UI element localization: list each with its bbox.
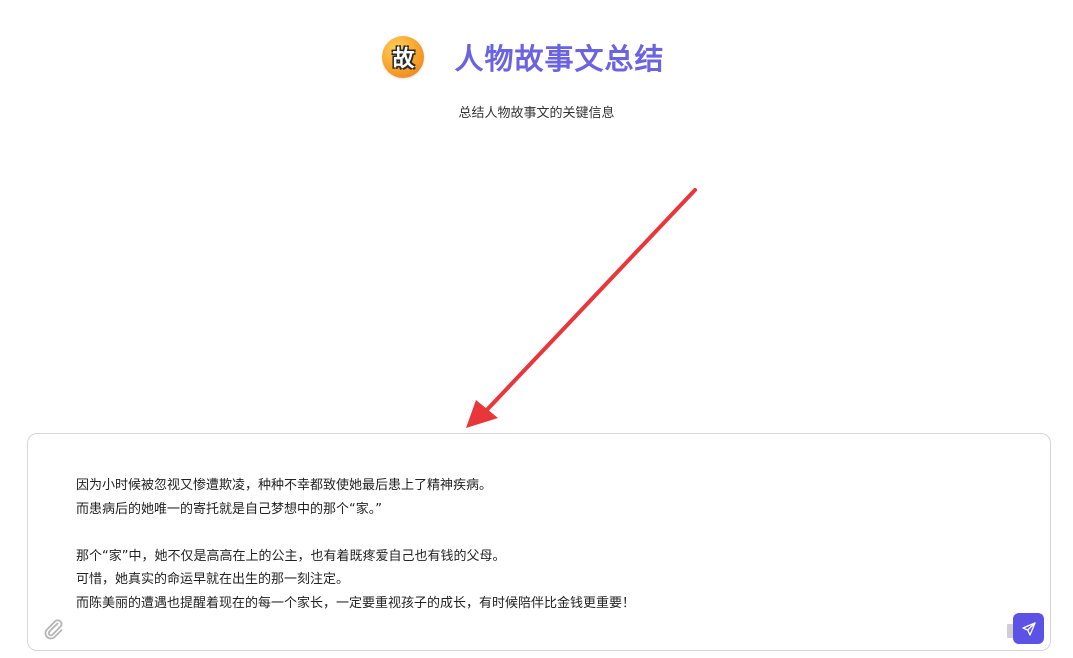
paperclip-icon[interactable] (41, 617, 65, 641)
input-line: 可惜，她真实的命运早就在出生的那一刻注定。 (76, 572, 350, 587)
page: 故 人物故事文总结 总结人物故事文的关键信息 因为小时候被忽视又惨遭欺凌，种种不… (0, 0, 1073, 658)
message-input[interactable]: 因为小时候被忽视又惨遭欺凌，种种不幸都致使她最后患上了精神疾病。 而患病后的她唯… (76, 474, 1016, 615)
app-logo: 故 (382, 36, 425, 78)
input-line: 而患病后的她唯一的寄托就是自己梦想中的那个“家。” (76, 501, 382, 517)
app-header: 故 人物故事文总结 (0, 36, 1073, 78)
send-button[interactable] (1013, 613, 1044, 644)
input-line: 而陈美丽的遭遇也提醒着现在的每一个家长，一定要重视孩子的成长，有时候陪伴比金钱更… (76, 595, 636, 611)
send-icon (1021, 621, 1036, 636)
app-title: 人物故事文总结 (454, 42, 665, 76)
message-input-box[interactable]: 因为小时候被忽视又惨遭欺凌，种种不幸都致使她最后患上了精神疾病。 而患病后的她唯… (27, 433, 1051, 651)
logo-char: 故 (392, 47, 415, 72)
input-line: 因为小时候被忽视又惨遭欺凌，种种不幸都致使她最后患上了精神疾病。 (76, 478, 493, 493)
app-subtitle: 总结人物故事文的关键信息 (458, 106, 615, 121)
input-line: 那个“家”中，她不仅是高高在上的公主，也有着既疼爱自己也有钱的父母。 (76, 548, 506, 564)
input-line (76, 521, 1016, 545)
